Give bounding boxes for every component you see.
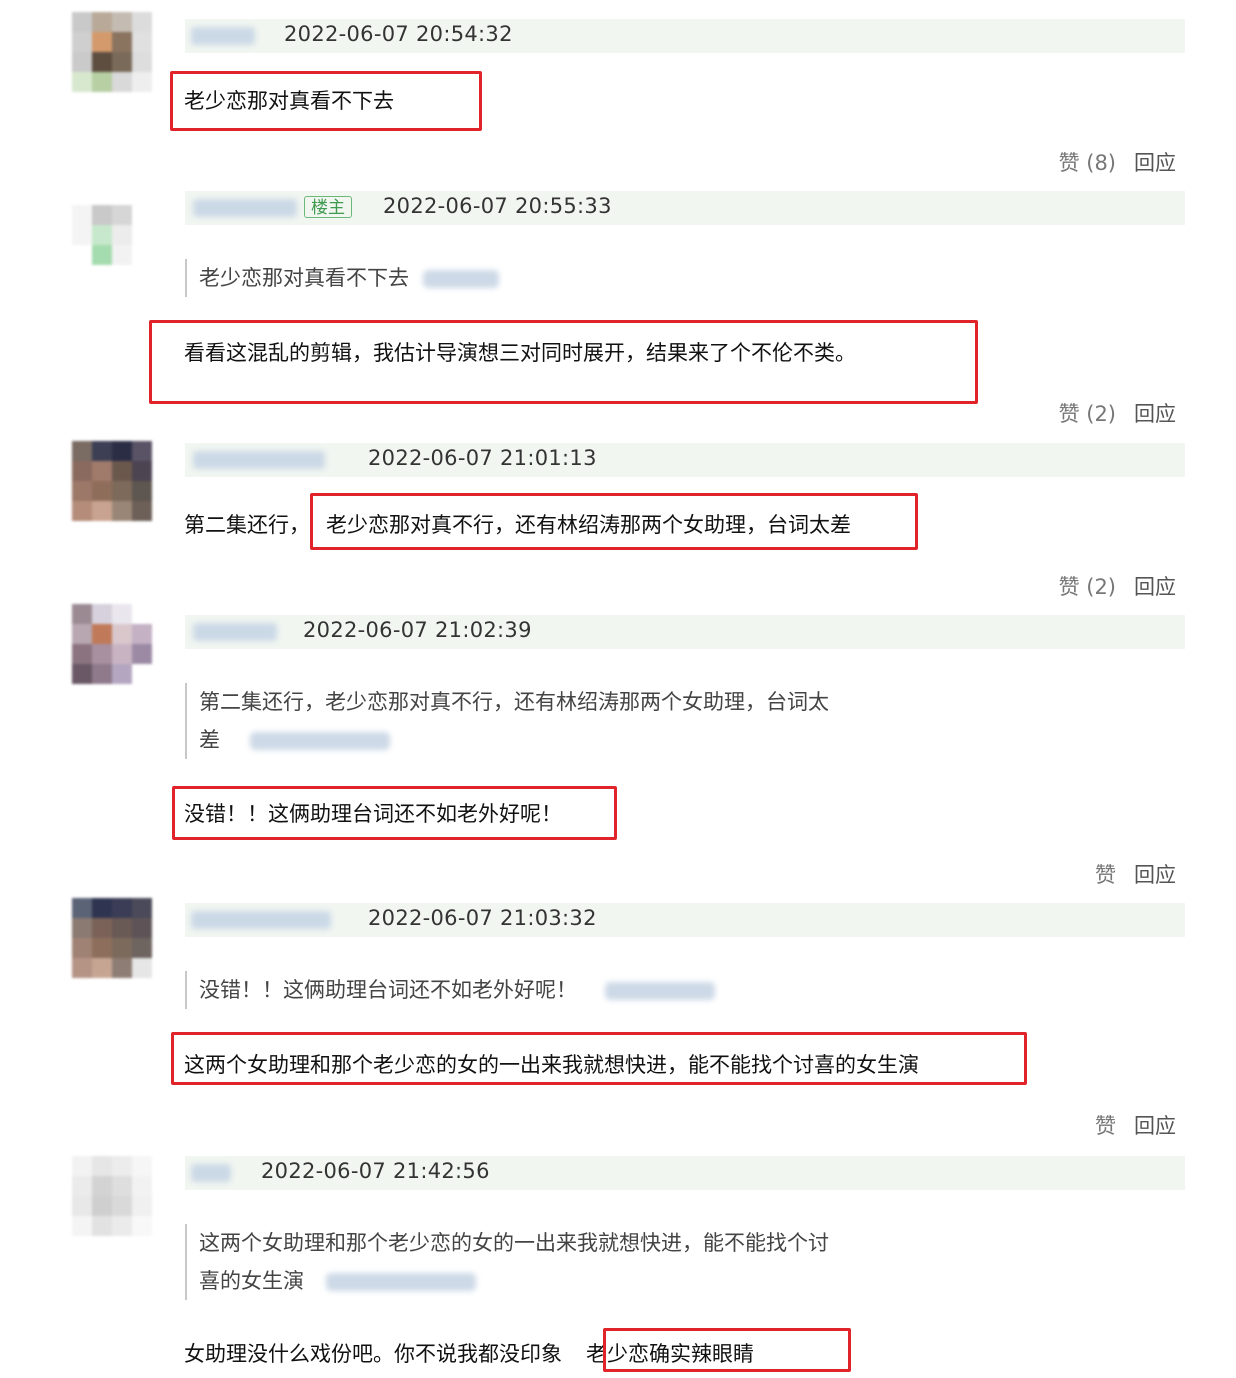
like-button[interactable]: 赞 (8): [1059, 151, 1116, 175]
quoted-comment: 这两个女助理和那个老少恋的女的一出来我就想快进，能不能找个讨 喜的女生演: [185, 1224, 829, 1300]
comment-header: 2022-06-07 21:01:13: [185, 443, 1185, 477]
quote-username-blurred: [423, 270, 499, 288]
like-button[interactable]: 赞 (2): [1059, 402, 1116, 426]
highlight-box: [171, 1032, 1027, 1085]
timestamp: 2022-06-07 21:03:32: [368, 906, 597, 930]
highlight-box: [170, 71, 482, 131]
quoted-comment: 第二集还行，老少恋那对真不行，还有林绍涛那两个女助理，台词太 差: [185, 683, 829, 759]
comment-header: 2022-06-07 21:03:32: [185, 903, 1185, 937]
highlight-box: [172, 786, 617, 840]
quote-text-line2: 喜的女生演: [199, 1262, 829, 1300]
username-blurred[interactable]: [193, 623, 277, 641]
username-blurred[interactable]: [191, 911, 331, 929]
quote-text-line1: 这两个女助理和那个老少恋的女的一出来我就想快进，能不能找个讨: [199, 1231, 829, 1255]
quoted-comment: 没错！！这俩助理台词还不如老外好呢！: [185, 971, 715, 1009]
like-button[interactable]: 赞 (2): [1059, 575, 1116, 599]
username-blurred[interactable]: [193, 199, 297, 217]
comment-actions: 赞回应: [1095, 1110, 1176, 1140]
comment-actions: 赞 (2) 回应: [1059, 398, 1176, 428]
avatar[interactable]: [72, 185, 152, 265]
timestamp: 2022-06-07 21:42:56: [261, 1159, 490, 1183]
reply-button[interactable]: 回应: [1134, 151, 1176, 175]
username-blurred[interactable]: [191, 27, 255, 45]
comment-text-prefix: 第二集还行，: [184, 513, 310, 537]
comment-header: 2022-06-07 21:02:39: [185, 615, 1185, 649]
avatar[interactable]: [72, 898, 152, 978]
comment-text-prefix: 女助理没什么戏份吧。你不说我都没印象: [184, 1342, 562, 1366]
op-badge: 楼主: [304, 196, 352, 218]
highlight-box: [310, 493, 918, 550]
quote-text: 老少恋那对真看不下去: [199, 266, 409, 290]
highlight-box: [603, 1328, 851, 1372]
quote-username-blurred: [605, 982, 715, 1000]
timestamp: 2022-06-07 21:01:13: [368, 446, 597, 470]
comment-actions: 赞 (8) 回应: [1059, 147, 1176, 177]
like-button[interactable]: 赞: [1095, 863, 1116, 887]
comment-header: 楼主 2022-06-07 20:55:33: [185, 191, 1185, 225]
quote-username-blurred: [250, 732, 390, 750]
username-blurred[interactable]: [193, 451, 325, 469]
avatar[interactable]: [72, 12, 152, 92]
quote-username-blurred: [326, 1273, 476, 1291]
quote-text: 没错！！这俩助理台词还不如老外好呢！: [199, 978, 577, 1002]
avatar[interactable]: [72, 441, 152, 521]
comment-header: 2022-06-07 20:54:32: [185, 19, 1185, 53]
timestamp: 2022-06-07 20:54:32: [284, 22, 513, 46]
avatar[interactable]: [72, 1156, 152, 1236]
reply-button[interactable]: 回应: [1134, 575, 1176, 599]
like-button[interactable]: 赞: [1095, 1114, 1116, 1138]
quote-text-line2: 差: [199, 721, 829, 759]
reply-button[interactable]: 回应: [1134, 863, 1176, 887]
quote-text-line1: 第二集还行，老少恋那对真不行，还有林绍涛那两个女助理，台词太: [199, 690, 829, 714]
reply-button[interactable]: 回应: [1134, 1114, 1176, 1138]
quoted-comment: 老少恋那对真看不下去: [185, 259, 499, 297]
timestamp: 2022-06-07 21:02:39: [303, 618, 532, 642]
highlight-box: [149, 320, 978, 404]
reply-button[interactable]: 回应: [1134, 402, 1176, 426]
username-blurred[interactable]: [191, 1164, 231, 1182]
comment-actions: 赞回应: [1095, 859, 1176, 889]
comment-actions: 赞 (2) 回应: [1059, 571, 1176, 601]
timestamp: 2022-06-07 20:55:33: [383, 194, 612, 218]
comment-header: 2022-06-07 21:42:56: [185, 1156, 1185, 1190]
avatar[interactable]: [72, 604, 152, 684]
